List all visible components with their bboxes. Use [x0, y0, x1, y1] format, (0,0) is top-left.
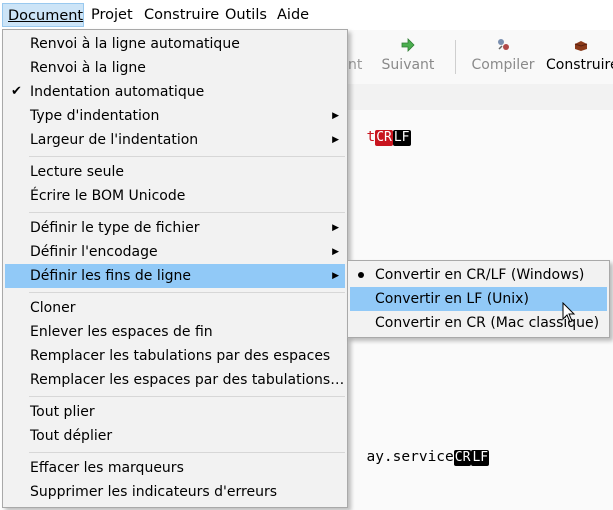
menu-item-fold-all[interactable]: Tout plier	[5, 400, 345, 424]
next-label: Suivant	[381, 57, 435, 73]
toolbar-partial-button[interactable]: nt	[348, 30, 364, 84]
code-text: t	[366, 129, 376, 145]
submenu-arrow-icon: ▶	[332, 247, 339, 257]
menu-separator	[29, 156, 345, 157]
menu-item-clear-markers[interactable]: Effacer les marqueurs	[5, 456, 345, 480]
menu-aide[interactable]: Aide	[272, 3, 314, 27]
menu-item-read-only[interactable]: Lecture seule	[5, 160, 345, 184]
toolbar: nt Suivant Compiler Construire	[348, 30, 613, 84]
arrow-right-icon	[401, 38, 415, 52]
menu-item-encoding[interactable]: Définir l'encodage ▶	[5, 240, 345, 264]
eol-marker: CR	[453, 450, 472, 466]
menu-document[interactable]: Document	[2, 3, 84, 27]
build-icon	[574, 41, 588, 51]
menu-item-indent-type[interactable]: Type d'indentation ▶	[5, 104, 345, 128]
menu-label: Outils	[225, 7, 267, 23]
editor-current-line	[348, 84, 613, 110]
menu-item-label: Tout déplier	[30, 428, 113, 444]
submenu-arrow-icon: ▶	[332, 271, 339, 281]
submenu-item-label: Convertir en CR/LF (Windows)	[375, 267, 585, 283]
compile-label: Compiler	[471, 57, 535, 73]
menu-outils[interactable]: Outils	[220, 3, 272, 27]
menu-item-clone[interactable]: Cloner	[5, 296, 345, 320]
menu-label: Projet	[91, 7, 133, 23]
menu-projet[interactable]: Projet	[86, 3, 138, 27]
build-label: Construire	[546, 57, 613, 73]
menu-separator	[29, 292, 345, 293]
check-icon: ✔	[11, 84, 22, 99]
menu-item-word-wrap[interactable]: Renvoi à la ligne	[5, 56, 345, 80]
submenu-arrow-icon: ▶	[332, 223, 339, 233]
menu-item-label: Remplacer les espaces par des tabulation…	[30, 372, 345, 388]
menu-item-label: Définir les fins de ligne	[30, 268, 191, 284]
menu-item-label: Cloner	[30, 300, 76, 316]
menu-item-strip-trailing[interactable]: Enlever les espaces de fin	[5, 320, 345, 344]
menu-item-label: Tout plier	[30, 404, 95, 420]
menu-item-label: Indentation automatique	[30, 84, 205, 100]
menu-label: Document	[8, 8, 84, 24]
menu-item-label: Effacer les marqueurs	[30, 460, 184, 476]
submenu-item-label: Convertir en LF (Unix)	[375, 291, 529, 307]
line-endings-submenu: Convertir en CR/LF (Windows) Convertir e…	[347, 260, 610, 338]
menu-item-spaces-to-tabs[interactable]: Remplacer les espaces par des tabulation…	[5, 368, 345, 392]
menu-item-label: Renvoi à la ligne automatique	[30, 36, 240, 52]
code-line-1: tCR LF	[349, 113, 411, 146]
menu-item-tabs-to-spaces[interactable]: Remplacer les tabulations par des espace…	[5, 344, 345, 368]
submenu-arrow-icon: ▶	[332, 111, 339, 121]
menu-item-label: Type d'indentation	[30, 108, 160, 124]
menu-item-remove-error-indicators[interactable]: Supprimer les indicateurs d'erreurs	[5, 480, 345, 504]
toolbar-partial-label: nt	[348, 57, 363, 73]
menu-separator	[29, 452, 345, 453]
menu-separator	[29, 212, 345, 213]
menu-separator	[29, 396, 345, 397]
next-button[interactable]: Suivant	[376, 30, 440, 84]
eol-marker: LF	[392, 130, 411, 146]
menu-item-label: Largeur de l'indentation	[30, 132, 199, 148]
menu-label: Aide	[277, 7, 310, 23]
menu-item-label: Supprimer les indicateurs d'erreurs	[30, 484, 278, 500]
menu-item-line-endings[interactable]: Définir les fins de ligne ▶	[5, 264, 345, 288]
menu-item-file-type[interactable]: Définir le type de fichier ▶	[5, 216, 345, 240]
menu-item-write-bom[interactable]: Écrire le BOM Unicode	[5, 184, 345, 208]
menu-item-label: Définir le type de fichier	[30, 220, 200, 236]
document-menu: Renvoi à la ligne automatique Renvoi à l…	[2, 29, 348, 508]
menu-item-unfold-all[interactable]: Tout déplier	[5, 424, 345, 448]
eol-marker: LF	[471, 450, 490, 466]
submenu-item-crlf[interactable]: Convertir en CR/LF (Windows)	[350, 263, 607, 287]
menu-label: Construire	[144, 7, 220, 23]
compile-button[interactable]: Compiler	[468, 30, 538, 84]
menubar: Document Projet Construire Outils Aide	[0, 0, 613, 30]
menu-item-auto-indent[interactable]: ✔ Indentation automatique	[5, 80, 345, 104]
code-line-2: ay.serviceCR LF	[349, 433, 490, 466]
menu-construire[interactable]: Construire	[139, 3, 224, 27]
menu-item-label: Définir l'encodage	[30, 244, 158, 260]
radio-dot-icon	[358, 272, 364, 278]
eol-marker: CR	[375, 130, 393, 146]
menu-item-indent-width[interactable]: Largeur de l'indentation ▶	[5, 128, 345, 152]
menu-item-word-wrap-auto[interactable]: Renvoi à la ligne automatique	[5, 32, 345, 56]
compile-icon	[498, 39, 509, 50]
menu-item-label: Renvoi à la ligne	[30, 60, 146, 76]
menu-item-label: Remplacer les tabulations par des espace…	[30, 348, 331, 364]
menu-item-label: Lecture seule	[30, 164, 125, 180]
code-text: ay.service	[366, 449, 454, 465]
mouse-cursor-icon	[562, 302, 576, 323]
submenu-arrow-icon: ▶	[332, 135, 339, 145]
build-button[interactable]: Construire	[546, 30, 613, 84]
menu-item-label: Enlever les espaces de fin	[30, 324, 213, 340]
menu-item-label: Écrire le BOM Unicode	[30, 188, 186, 204]
toolbar-separator	[455, 40, 456, 74]
